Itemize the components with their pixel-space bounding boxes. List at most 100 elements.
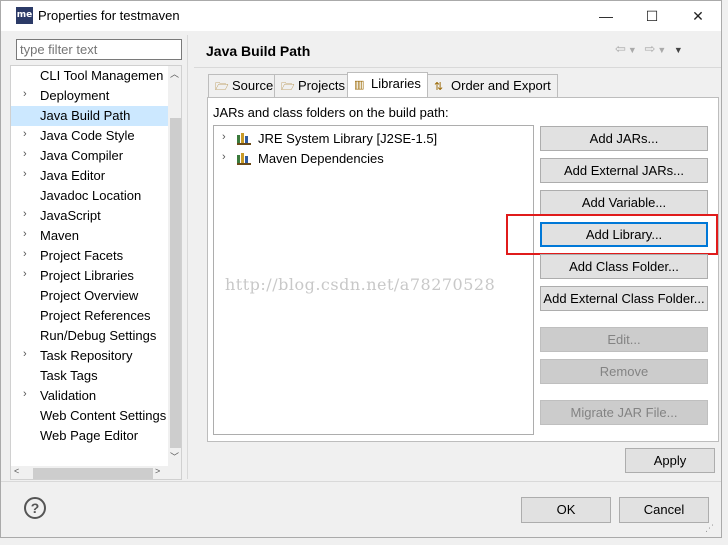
tree-vertical-scrollbar[interactable]: ︿ ﹀ [168, 66, 181, 466]
apply-button[interactable]: Apply [625, 448, 715, 473]
expand-arrow-icon[interactable]: › [23, 88, 27, 100]
tree-item-label: Project Facets [40, 248, 124, 263]
tree-item-label: Maven [40, 228, 80, 243]
scroll-up-icon[interactable]: ︿ [170, 67, 179, 80]
expand-arrow-icon[interactable]: › [23, 388, 27, 400]
scrollbar-thumb[interactable] [170, 118, 181, 448]
window-title: Properties for testmaven [38, 8, 180, 23]
tree-item[interactable]: Java Build Path [11, 106, 168, 126]
tree-item-label: JavaScript [40, 208, 101, 223]
tree-item-label: Web Page Editor [40, 428, 139, 443]
scroll-left-icon[interactable]: < [14, 466, 19, 476]
expand-arrow-icon[interactable]: › [23, 168, 27, 180]
expand-arrow-icon[interactable]: › [23, 228, 27, 240]
tree-item-label: Validation [40, 388, 97, 403]
page-title: Java Build Path [206, 43, 311, 59]
tree-item[interactable]: CLI Tool Managemen [11, 66, 168, 86]
tree-item-label: Task Repository [40, 348, 133, 363]
watermark: http://blog.csdn.net/a78270528 [225, 275, 496, 294]
expand-arrow-icon[interactable]: › [23, 148, 27, 160]
section-label: JARs and class folders on the build path… [213, 105, 449, 120]
cancel-button[interactable]: Cancel [619, 497, 709, 523]
title-bar: me Properties for testmaven — ☐ ✕ [1, 1, 721, 31]
tab-source[interactable]: 🗁 Source [208, 74, 281, 98]
tree-item[interactable]: › Task Repository [11, 346, 168, 366]
tab-libraries[interactable]: ▥ Libraries [347, 72, 428, 98]
library-item-jre[interactable]: › JRE System Library [J2SE-1.5] [214, 128, 533, 148]
tree-item-label: Java Build Path [40, 108, 131, 123]
annotation-highlight-box [506, 214, 718, 255]
tree-item[interactable]: Web Page Editor [11, 426, 168, 446]
tree-item[interactable]: Task Tags [11, 366, 168, 386]
tree-item[interactable]: Javadoc Location [11, 186, 168, 206]
add-class-folder-button[interactable]: Add Class Folder... [540, 254, 708, 279]
panel-splitter[interactable] [187, 35, 189, 479]
tree-horizontal-scrollbar[interactable]: < > [11, 466, 181, 479]
tree-item[interactable]: › Deployment [11, 86, 168, 106]
expand-arrow-icon[interactable]: › [23, 248, 27, 260]
expand-arrow-icon[interactable]: › [23, 268, 27, 280]
expand-arrow-icon[interactable]: › [23, 208, 27, 220]
forward-arrow-icon[interactable]: ⇨ [644, 41, 657, 56]
tab-projects[interactable]: 🗁 Projects [274, 74, 352, 98]
forward-dropdown-icon[interactable]: ▼ [657, 45, 668, 55]
edit-button[interactable]: Edit... [540, 327, 708, 352]
back-dropdown-icon[interactable]: ▼ [628, 45, 639, 55]
add-external-class-folder-button[interactable]: Add External Class Folder... [540, 286, 708, 311]
tab-label: Source [232, 78, 274, 93]
minimize-button[interactable]: — [583, 1, 629, 31]
tree-item[interactable]: Project Overview [11, 286, 168, 306]
tree-item[interactable]: › Project Libraries [11, 266, 168, 286]
source-folder-icon: 🗁 [215, 81, 229, 93]
divider [1, 481, 721, 482]
expand-arrow-icon[interactable]: › [222, 151, 226, 163]
migrate-jar-button[interactable]: Migrate JAR File... [540, 400, 708, 425]
scroll-down-icon[interactable]: ﹀ [170, 450, 179, 463]
add-external-jars-button[interactable]: Add External JARs... [540, 158, 708, 183]
tab-order-and-export[interactable]: ⇅ Order and Export [427, 74, 558, 98]
scroll-right-icon[interactable]: > [155, 466, 160, 476]
tree-item-label: Project Overview [40, 288, 139, 303]
tree-item-label: Web Content Settings [40, 408, 167, 423]
tree-item-label: Java Editor [40, 168, 106, 183]
tab-label: Order and Export [451, 78, 551, 93]
projects-icon: 🗁 [281, 81, 295, 93]
tree-item[interactable]: › Java Compiler [11, 146, 168, 166]
tree-item[interactable]: Web Content Settings [11, 406, 168, 426]
tree-item-label: Task Tags [40, 368, 98, 383]
tree-item[interactable]: › JavaScript [11, 206, 168, 226]
library-icon [237, 153, 251, 165]
close-button[interactable]: ✕ [675, 1, 721, 31]
maximize-button[interactable]: ☐ [629, 1, 675, 31]
expand-arrow-icon[interactable]: › [23, 128, 27, 140]
tree-item[interactable]: › Maven [11, 226, 168, 246]
view-menu-icon[interactable]: ▼ [674, 45, 685, 55]
library-icon [237, 133, 251, 145]
tree-item[interactable]: › Validation [11, 386, 168, 406]
tree-item[interactable]: Run/Debug Settings [11, 326, 168, 346]
resize-grip-icon[interactable]: ⋰ [705, 523, 719, 537]
tree-item-label: Java Compiler [40, 148, 124, 163]
tree-item[interactable]: › Java Code Style [11, 126, 168, 146]
tree-item-label: Java Code Style [40, 128, 135, 143]
tree-item[interactable]: › Java Editor [11, 166, 168, 186]
tab-label: Libraries [371, 76, 421, 91]
tree-item[interactable]: › Project Facets [11, 246, 168, 266]
expand-arrow-icon[interactable]: › [23, 348, 27, 360]
ok-button[interactable]: OK [521, 497, 611, 523]
add-jars-button[interactable]: Add JARs... [540, 126, 708, 151]
remove-button[interactable]: Remove [540, 359, 708, 384]
scrollbar-thumb[interactable] [33, 468, 153, 479]
expand-arrow-icon[interactable]: › [222, 131, 226, 143]
filter-input[interactable] [16, 39, 182, 60]
libraries-icon: ▥ [354, 79, 365, 91]
tree-item[interactable]: Project References [11, 306, 168, 326]
tree-item-label: Project References [40, 308, 151, 323]
history-navigation[interactable]: ⇦▼ ⇨▼ ▼ [615, 41, 685, 57]
help-icon[interactable]: ? [24, 497, 46, 519]
add-variable-button[interactable]: Add Variable... [540, 190, 708, 215]
library-item-maven[interactable]: › Maven Dependencies [214, 148, 533, 168]
back-arrow-icon[interactable]: ⇦ [615, 41, 628, 56]
tree-item-label: Run/Debug Settings [40, 328, 157, 343]
tree-item-label: Deployment [40, 88, 110, 103]
